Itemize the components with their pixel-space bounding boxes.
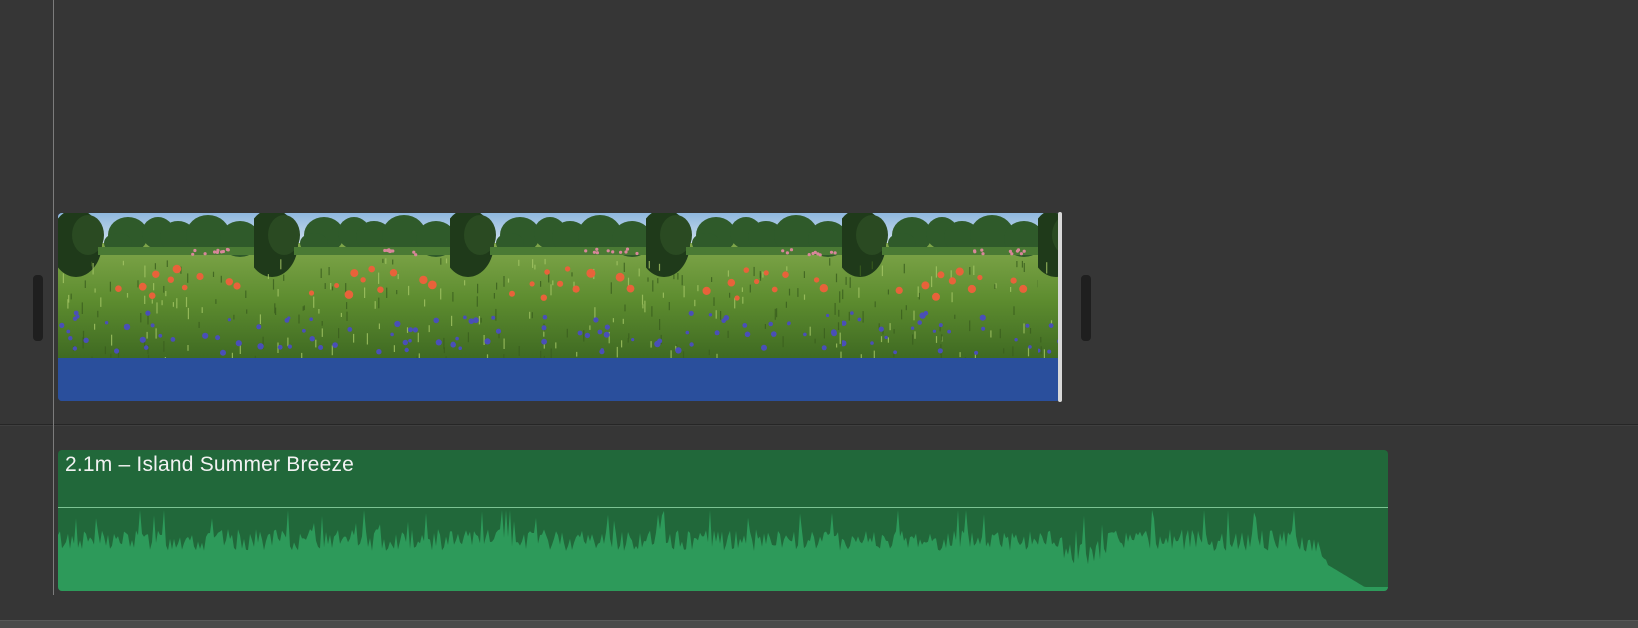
left-clip-handle[interactable]	[33, 275, 43, 341]
track-divider-highlight	[0, 425, 1638, 426]
video-clip[interactable]	[58, 213, 1060, 401]
right-clip-handle[interactable]	[1081, 275, 1091, 341]
video-clip-trim-handle[interactable]	[1058, 212, 1062, 402]
video-thumbnail	[58, 213, 254, 358]
audio-waveform	[58, 510, 1388, 591]
video-thumbnail	[254, 213, 450, 358]
timeline[interactable]: 2.1m – Island Summer Breeze	[0, 0, 1638, 628]
video-thumbnail	[646, 213, 842, 358]
audio-clip-title: 2.1m – Island Summer Breeze	[65, 453, 355, 476]
playhead[interactable]	[53, 0, 54, 595]
video-filmstrip	[58, 213, 1060, 358]
video-thumbnail	[842, 213, 1038, 358]
video-thumbnail	[450, 213, 646, 358]
video-thumbnail	[1038, 213, 1060, 358]
audio-clip[interactable]: 2.1m – Island Summer Breeze	[58, 450, 1388, 591]
video-clip-bar	[58, 358, 1060, 401]
bottom-strip	[0, 620, 1638, 628]
